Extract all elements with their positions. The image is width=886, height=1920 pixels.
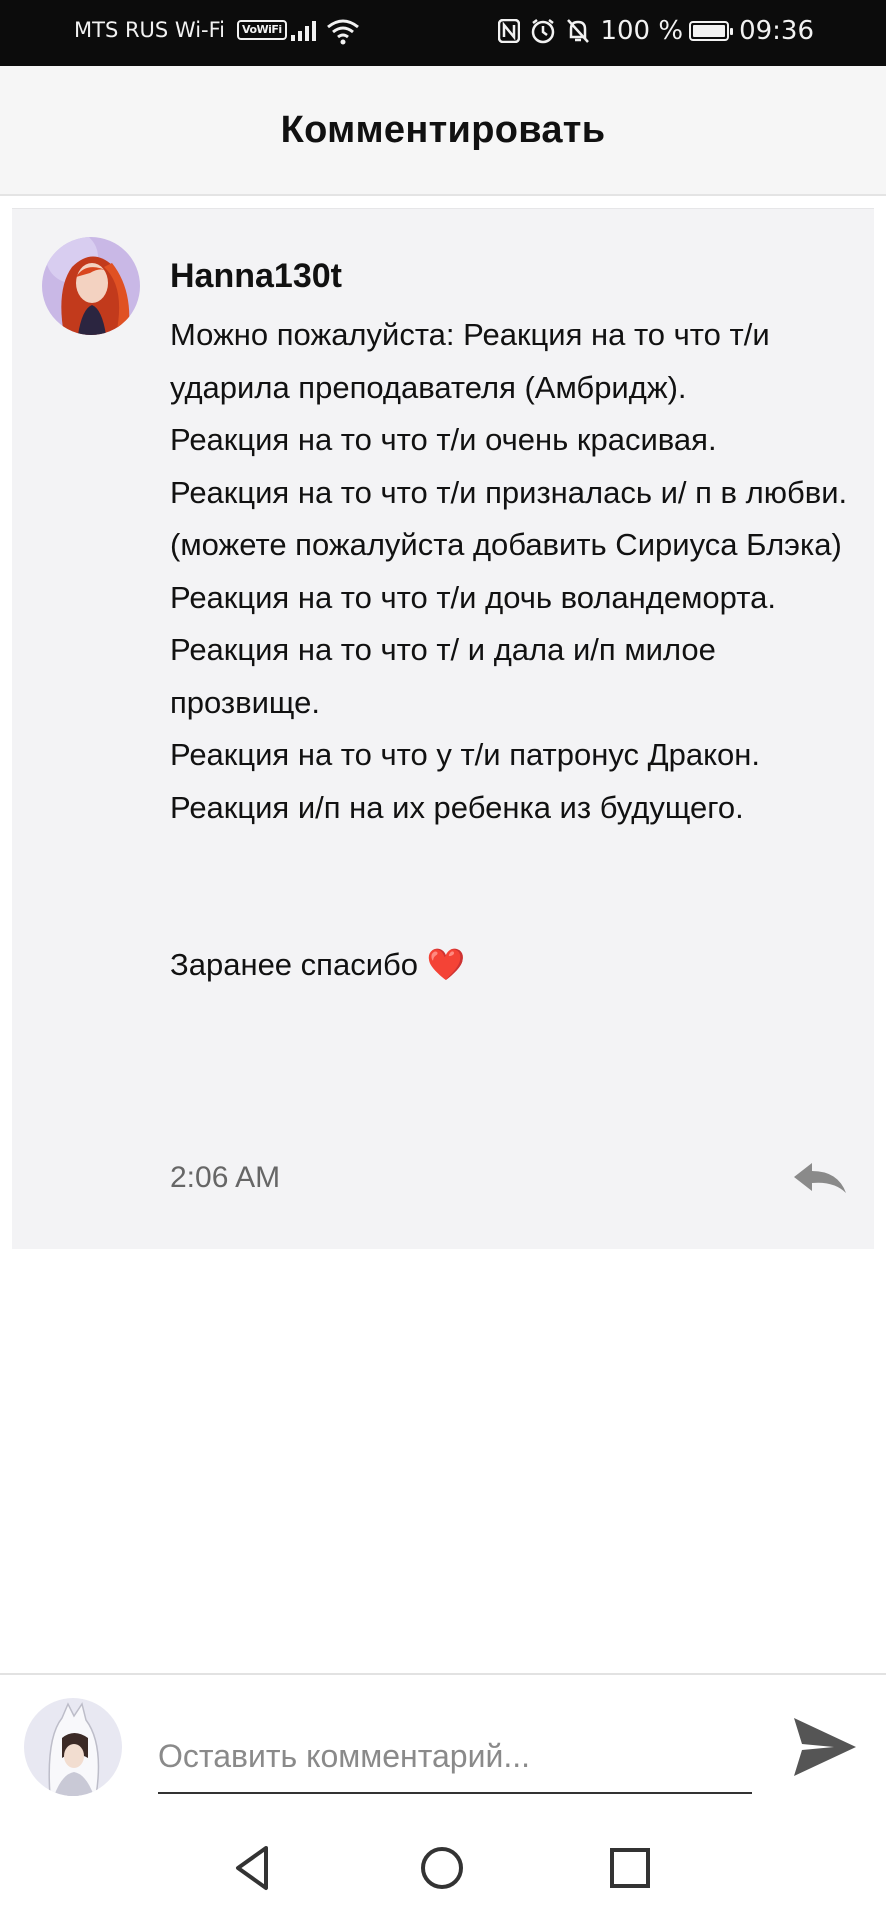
comment-paragraph: Можно пожалуйста: Реакция на то что т/и …	[170, 317, 770, 405]
wifi-icon	[327, 19, 359, 45]
recents-icon[interactable]	[600, 1838, 660, 1898]
comment-paragraph: Реакция на то что т/и дочь волан­деморта…	[170, 579, 776, 615]
status-right: 100 % 09:36	[498, 16, 814, 46]
clock: 09:36	[739, 16, 814, 46]
heart-emoji: ❤️	[426, 947, 466, 982]
back-icon[interactable]	[224, 1838, 284, 1898]
home-icon[interactable]	[412, 1838, 472, 1898]
carrier-label: MTS RUS Wi-Fi	[74, 18, 226, 42]
navigation-bar	[0, 1820, 886, 1920]
comment-paragraph: Реакция на то что у т/и патронус Дракон.	[170, 737, 760, 772]
status-bar: MTS RUS Wi-Fi VoWiFi 100 % 09:36	[0, 0, 886, 66]
comment-timestamp: 2:06 AM	[170, 1161, 281, 1194]
vowifi-badge: VoWiFi	[237, 20, 287, 40]
my-avatar	[24, 1698, 122, 1796]
mute-icon	[566, 18, 590, 44]
battery-percent: 100 %	[600, 16, 684, 46]
comment-input[interactable]	[158, 1720, 752, 1794]
comment-closing: Заранее спасибо ❤️	[170, 939, 870, 992]
comment-card: Hanna130t Можно пожалуйста: Реакция на т…	[12, 208, 874, 1249]
alarm-icon	[530, 18, 556, 44]
app-header: Комментировать	[0, 66, 886, 196]
comment-paragraph: Реакция на то что т/и призналась и/ п в …	[170, 474, 848, 563]
avatar[interactable]	[42, 237, 140, 335]
send-icon[interactable]	[790, 1712, 860, 1782]
comment-body: Можно пожалуйста: Реакция на то что т/и …	[170, 309, 870, 992]
battery-fill	[693, 25, 726, 37]
comment-paragraph: Реакция и/п на их ребенка из будущего.	[170, 789, 744, 825]
signal-icon	[291, 21, 316, 41]
comment-paragraph: Реакция на то что т/ и дала и/п милое пр…	[170, 632, 716, 720]
comment-username[interactable]: Hanna130t	[170, 257, 342, 296]
carrier-group: MTS RUS Wi-Fi VoWiFi	[74, 18, 287, 42]
nfc-icon	[498, 19, 521, 43]
battery-icon	[689, 21, 734, 41]
divider	[0, 1673, 886, 1675]
reply-icon[interactable]	[792, 1161, 848, 1197]
page-title: Комментировать	[280, 108, 606, 151]
comment-paragraph: Реакция на то что т/и очень красивая.	[170, 422, 717, 457]
closing-text: Заранее спасибо	[170, 947, 418, 982]
